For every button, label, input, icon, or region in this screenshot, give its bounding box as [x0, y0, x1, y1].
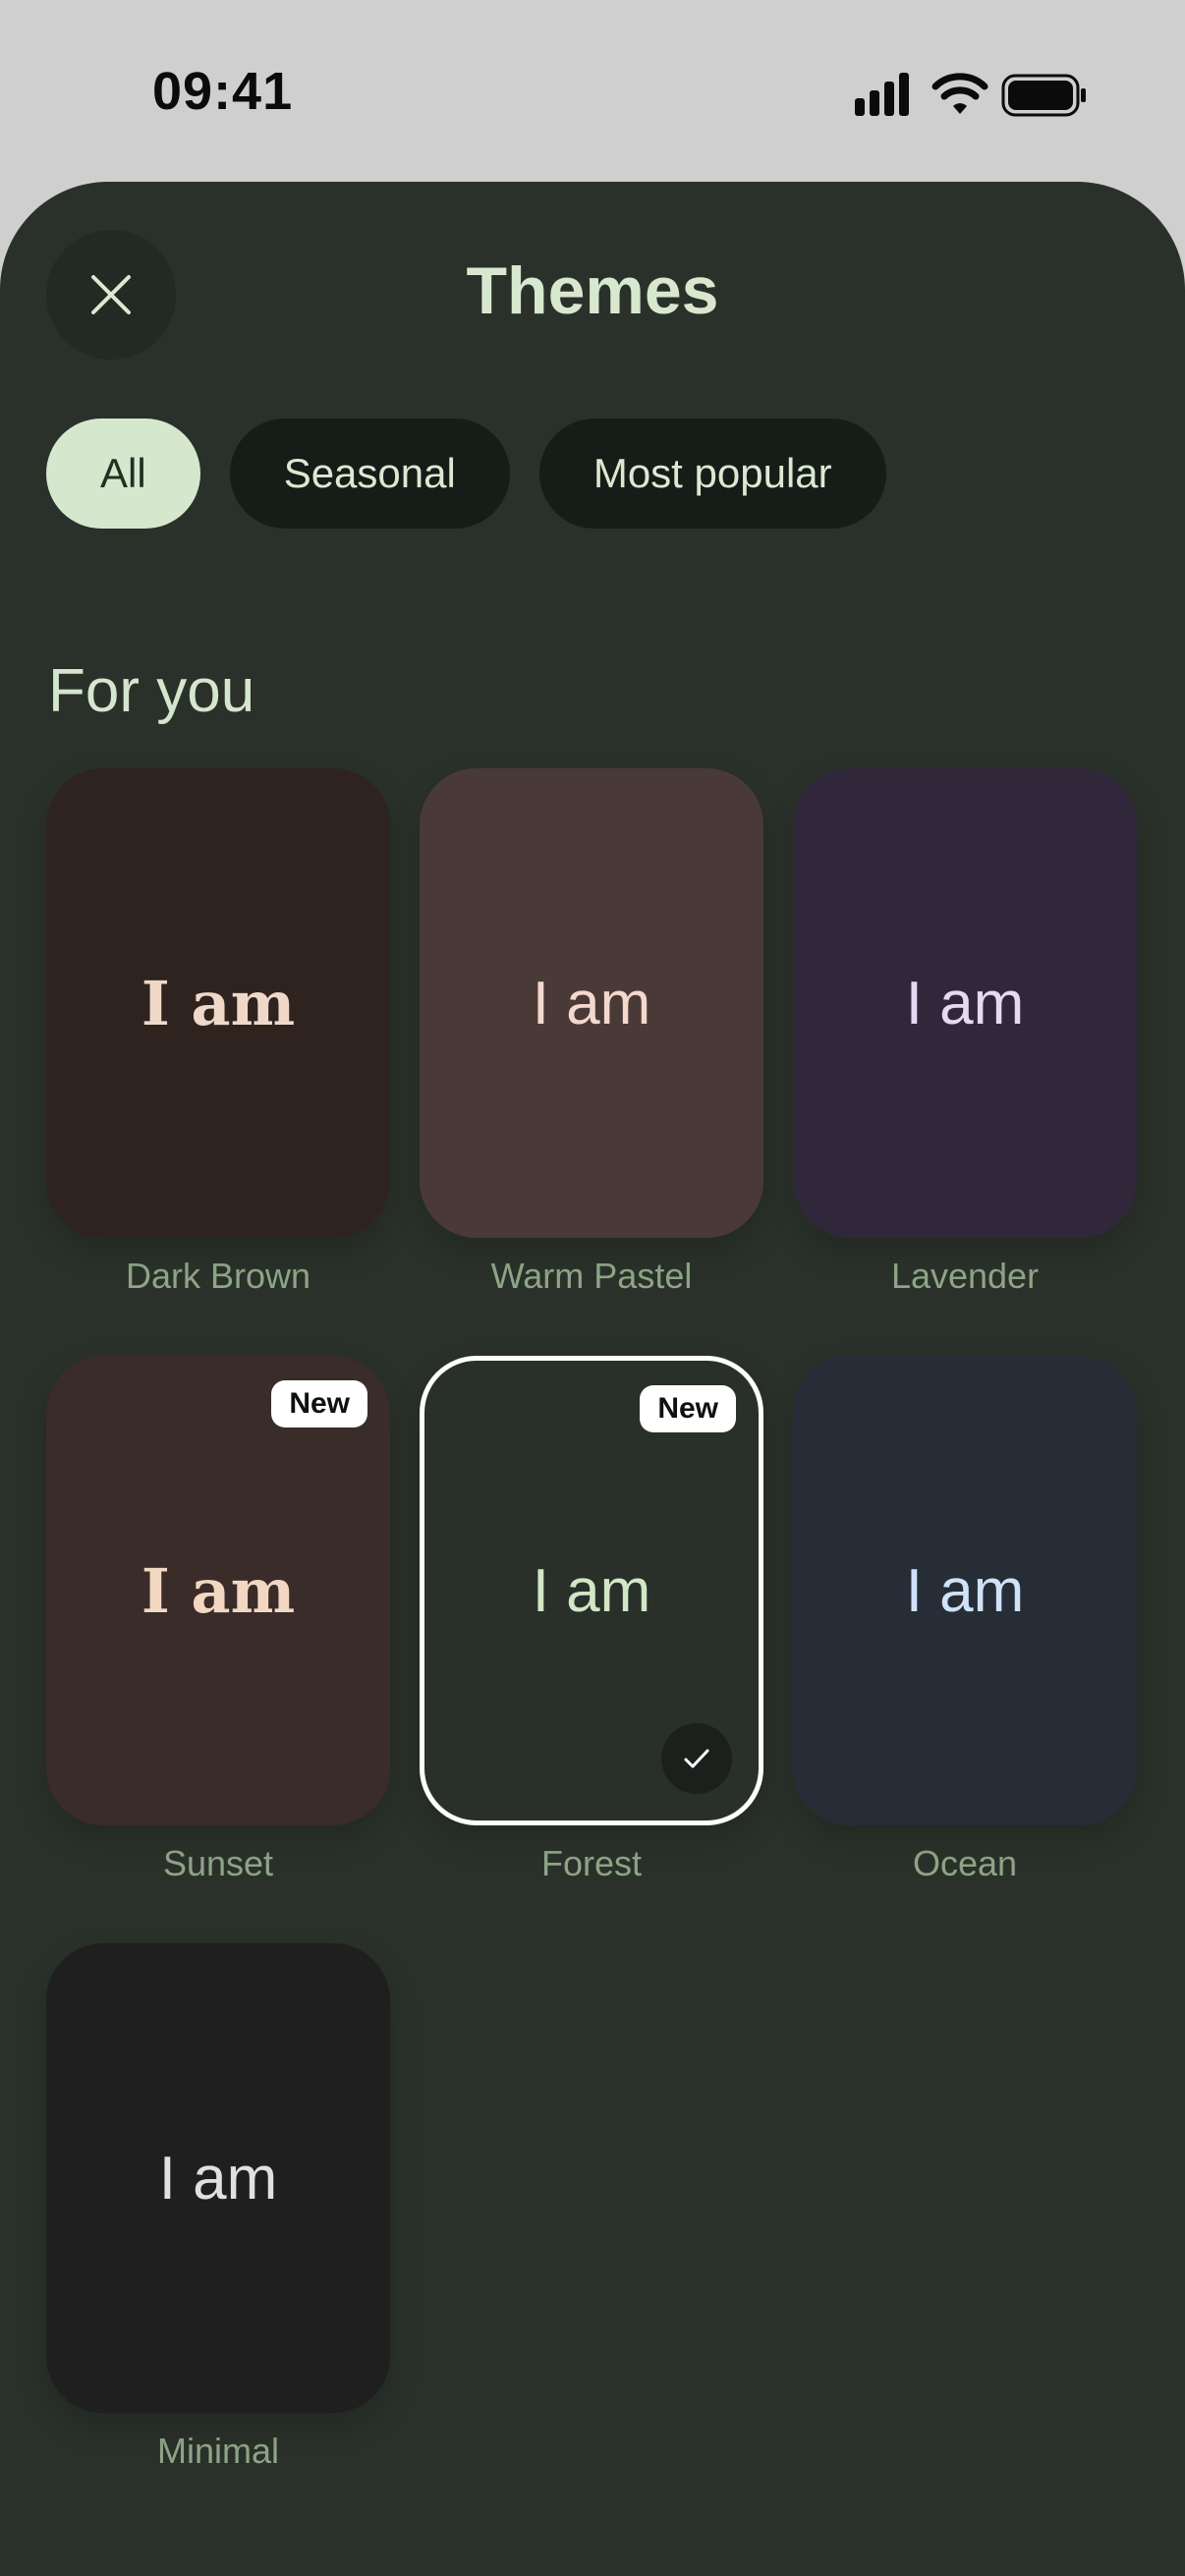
new-badge: New: [640, 1385, 736, 1432]
filter-chip-most-popular[interactable]: Most popular: [538, 419, 886, 529]
theme-preview-text: I am: [141, 967, 296, 1039]
status-time: 09:41: [152, 62, 294, 121]
theme-preview-text: I am: [532, 969, 651, 1037]
theme-preview-card[interactable]: I am New: [46, 1356, 390, 1825]
theme-preview-text: I am: [158, 2144, 278, 2212]
battery-icon: [1001, 74, 1086, 117]
theme-tile-minimal[interactable]: I am Minimal: [46, 1943, 390, 2472]
status-bar: 09:41: [0, 0, 1185, 187]
theme-label: Dark Brown: [125, 1256, 311, 1296]
theme-tile-ocean[interactable]: I am Ocean: [793, 1356, 1137, 1884]
theme-tile-sunset[interactable]: I am New Sunset: [46, 1356, 390, 1884]
theme-preview-text: I am: [905, 969, 1025, 1037]
theme-tile-lavender[interactable]: I am Lavender: [793, 768, 1137, 1297]
theme-preview-card[interactable]: I am: [46, 768, 390, 1238]
theme-label: Warm Pastel: [490, 1256, 693, 1296]
theme-preview-card[interactable]: I am: [793, 1356, 1137, 1825]
theme-tile-forest[interactable]: I am New Forest: [420, 1356, 763, 1884]
filter-chips: All Seasonal Most popular: [46, 419, 886, 529]
theme-preview-text: I am: [141, 1554, 296, 1627]
filter-chip-seasonal[interactable]: Seasonal: [229, 419, 510, 529]
theme-label: Lavender: [890, 1256, 1040, 1296]
theme-preview-text: I am: [532, 1556, 651, 1625]
theme-preview-card[interactable]: I am: [420, 768, 763, 1238]
theme-label: Minimal: [156, 2431, 279, 2471]
themes-sheet: Themes All Seasonal Most popular For you…: [0, 182, 1185, 2576]
page-title: Themes: [466, 253, 719, 328]
theme-preview-card[interactable]: I am New: [420, 1356, 763, 1825]
new-badge: New: [271, 1380, 367, 1428]
theme-tile-warm-pastel[interactable]: I am Warm Pastel: [420, 768, 763, 1297]
status-icons: [855, 71, 1091, 120]
section-title: For you: [48, 657, 255, 725]
wifi-icon: [931, 73, 988, 114]
theme-label: Ocean: [912, 1843, 1018, 1883]
theme-tile-dark-brown[interactable]: I am Dark Brown: [46, 768, 390, 1297]
theme-preview-text: I am: [905, 1556, 1025, 1625]
signal-icon: [855, 73, 909, 116]
filter-chip-all[interactable]: All: [46, 419, 200, 529]
theme-label: Sunset: [162, 1843, 274, 1883]
theme-label: Forest: [540, 1843, 643, 1883]
selected-check-icon: [661, 1723, 732, 1794]
theme-preview-card[interactable]: I am: [46, 1943, 390, 2413]
theme-preview-card[interactable]: I am: [793, 768, 1137, 1238]
